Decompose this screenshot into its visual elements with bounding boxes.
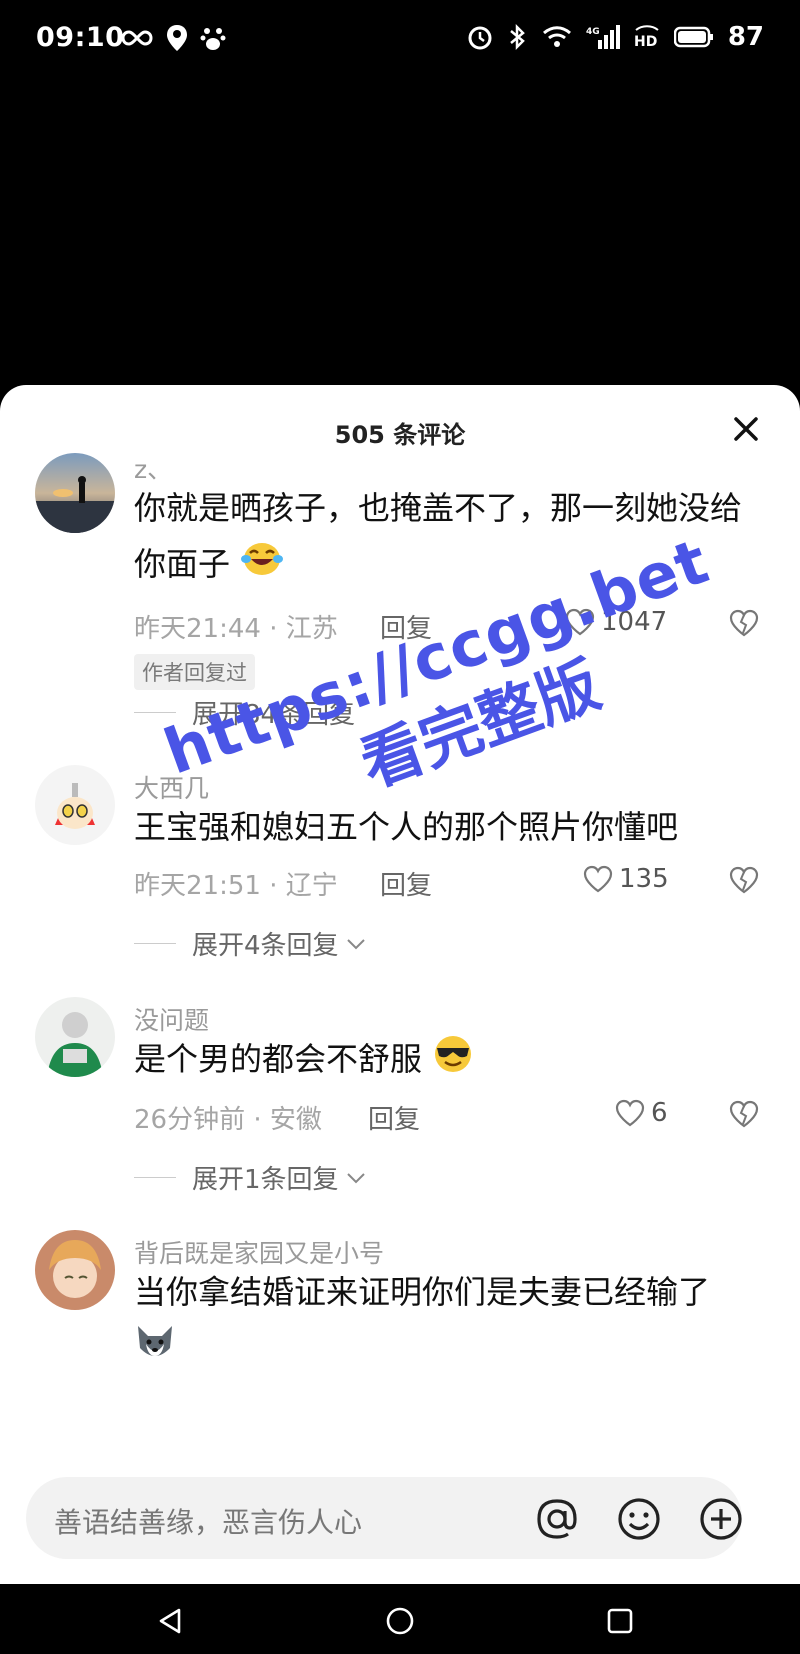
heart-icon [615,1099,645,1127]
heart-icon [565,608,595,636]
avatar[interactable] [35,765,115,845]
comment-input[interactable]: 善语结善缘，恶言伤人心 [54,1501,362,1541]
broken-heart-icon [729,1100,759,1128]
comment-text: 当你拿结婚证来证明你们是夫妻已经输了 [134,1264,754,1379]
svg-text:HD: HD [634,34,657,50]
emoji-button[interactable] [616,1496,660,1540]
add-button[interactable] [698,1496,742,1540]
sunglasses-emoji [432,1033,474,1090]
like-button[interactable]: 6 [615,1098,668,1128]
like-count: 135 [619,864,669,894]
comment-input-bar[interactable]: 善语结善缘，恶言伤人心 [26,1477,742,1559]
expand-replies-button[interactable]: 展开4条回复 [134,925,367,962]
baidu-paw-icon [200,25,226,51]
close-button[interactable] [730,413,762,445]
broken-heart-icon [729,609,759,637]
status-time: 09:10 [36,22,125,53]
comment-text: 是个男的都会不舒服 [134,1031,754,1090]
status-bar: 09:10 4G HD 87 [0,0,800,80]
at-sign-icon [537,1499,577,1539]
battery-icon [673,26,714,48]
heart-icon [583,865,613,893]
svg-text:4G: 4G [586,27,600,37]
infinity-icon [120,28,154,48]
laughing-crying-emoji [240,538,284,594]
like-count: 1047 [601,607,668,637]
broken-heart-icon [729,866,759,894]
mention-button[interactable] [534,1496,578,1540]
comment-text: 你就是晒孩子，也掩盖不了，那一刻她没给你面子 [134,480,754,594]
chevron-down-icon [346,938,365,949]
battery-level: 87 [727,22,764,52]
dislike-button[interactable] [728,864,760,896]
like-count: 6 [651,1098,668,1128]
expand-replies-button[interactable]: 展开1条回复 [134,1159,367,1196]
avatar[interactable] [35,453,115,533]
comment-time-location: 昨天21:44 · 江苏 [134,614,338,644]
back-triangle-icon [159,1608,181,1634]
comment-sheet: 505 条评论 z、 你就是晒孩子，也掩盖不了，那一刻她没给你面子 昨天21:4… [0,385,800,1585]
smiley-icon [618,1498,660,1540]
avatar[interactable] [35,997,115,1077]
system-nav-bar [0,1584,800,1654]
comment-time-location: 26分钟前 · 安徽 [134,1105,322,1135]
bluetooth-icon [508,23,528,51]
reply-button[interactable]: 回复 [368,1099,420,1136]
husky-dog-emoji [134,1322,176,1379]
home-circle-icon [386,1607,414,1635]
comment-text: 王宝强和媳妇五个人的那个照片你懂吧 [134,808,679,846]
like-button[interactable]: 135 [583,864,669,894]
reply-button[interactable]: 回复 [380,865,432,902]
reply-button[interactable]: 回复 [380,608,432,645]
comment-time-location: 昨天21:51 · 辽宁 [134,871,338,901]
recents-button[interactable] [605,1606,635,1636]
like-button[interactable]: 1047 [565,607,667,637]
plus-circle-icon [700,1498,742,1540]
expand-replies-button[interactable]: 展开84条回复 [134,694,355,731]
avatar[interactable] [35,1230,115,1310]
location-pin-icon [166,24,188,52]
back-button[interactable] [155,1606,185,1636]
dislike-button[interactable] [728,1098,760,1130]
4g-signal-icon: 4G [586,24,620,50]
wifi-icon [542,25,572,49]
hd-icon: HD [634,24,660,50]
home-button[interactable] [385,1606,415,1636]
comment-count-title: 505 条评论 [334,421,466,449]
recents-square-icon [607,1608,633,1634]
chevron-down-icon [346,1172,365,1183]
close-icon [734,417,758,441]
alarm-icon [466,23,494,51]
dislike-button[interactable] [728,607,760,639]
sheet-header: 505 条评论 [0,385,800,475]
author-replied-badge: 作者回复过 [134,654,255,690]
